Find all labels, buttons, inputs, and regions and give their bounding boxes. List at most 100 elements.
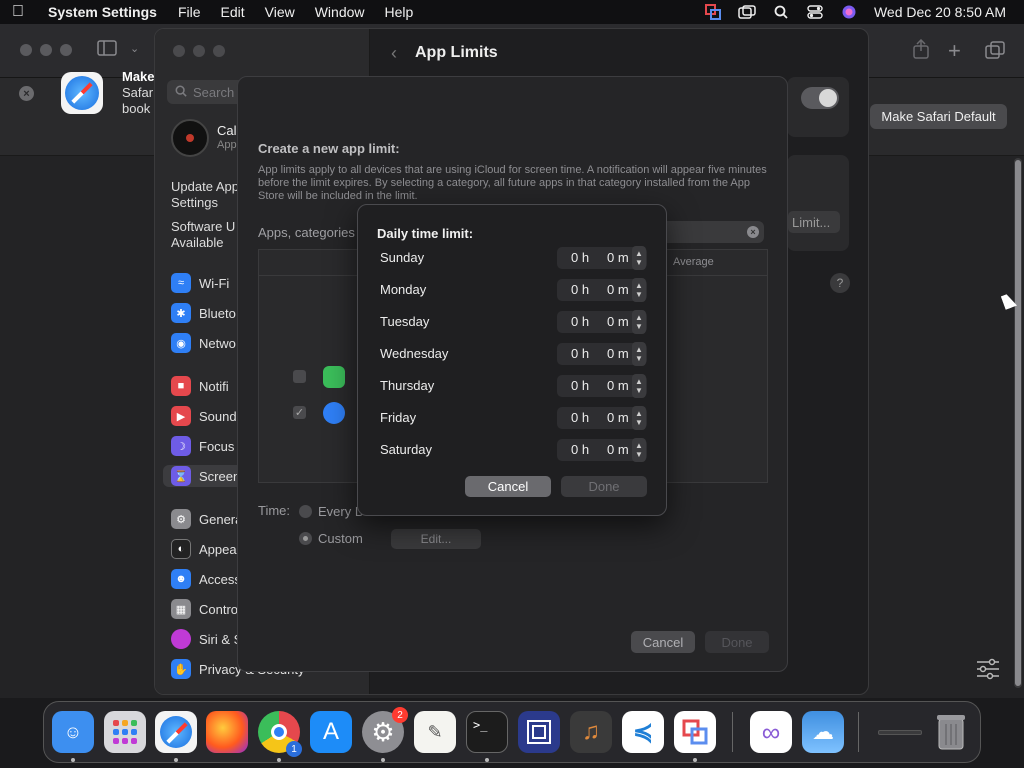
menu-file[interactable]: File <box>178 4 201 20</box>
running-indicator <box>277 758 281 762</box>
every-day-radio[interactable] <box>299 505 312 518</box>
trash-icon[interactable] <box>930 711 972 753</box>
sidebar-item-label: Siri & S <box>199 631 243 647</box>
chevron-down-icon[interactable]: ⌄ <box>130 42 139 55</box>
sidebar-item-label: Access <box>199 571 241 587</box>
make-safari-default-button[interactable]: Make Safari Default <box>870 104 1007 129</box>
edit-button[interactable]: Edit... <box>391 529 481 549</box>
firefox-icon[interactable] <box>206 711 248 753</box>
clear-search-icon[interactable]: × <box>747 226 759 238</box>
day-label: Tuesday <box>380 314 430 329</box>
siri-icon <box>171 629 191 649</box>
launchpad-icon[interactable] <box>104 711 146 753</box>
chevron-down-icon[interactable]: ▼ <box>635 450 643 459</box>
system-settings-icon[interactable]: ⚙ 2 <box>362 707 408 753</box>
time-stepper[interactable]: ▲ ▼ <box>632 342 646 366</box>
share-icon[interactable] <box>912 38 930 64</box>
dialog-done-button[interactable]: Done <box>561 476 647 497</box>
parallels-status-icon[interactable] <box>704 4 722 20</box>
window-switcher-icon[interactable] <box>738 4 756 20</box>
minutes-value[interactable]: 0 m <box>607 282 629 297</box>
time-stepper[interactable]: ▲ ▼ <box>632 310 646 334</box>
dialog-cancel-button[interactable]: Cancel <box>465 476 551 497</box>
back-chevron-icon[interactable]: ‹ <box>391 43 397 64</box>
downloads-stack-icon[interactable] <box>876 711 924 753</box>
hours-value[interactable]: 0 h <box>571 378 589 393</box>
minutes-value[interactable]: 0 m <box>607 346 629 361</box>
hours-value[interactable]: 0 h <box>571 442 589 457</box>
row-checkbox-checked[interactable]: ✓ <box>293 406 306 419</box>
chevron-down-icon[interactable]: ▼ <box>635 290 643 299</box>
chevron-down-icon[interactable]: ▼ <box>635 418 643 427</box>
minutes-value[interactable]: 0 m <box>607 378 629 393</box>
hours-value[interactable]: 0 h <box>571 410 589 425</box>
safari-icon[interactable] <box>155 711 197 753</box>
chevron-down-icon[interactable]: ▼ <box>635 354 643 363</box>
chevron-up-icon[interactable]: ▲ <box>635 281 643 290</box>
menu-window[interactable]: Window <box>315 4 365 20</box>
app-store-icon[interactable]: A <box>310 711 352 753</box>
safari-traffic-lights[interactable] <box>20 44 72 56</box>
hours-value[interactable]: 0 h <box>571 250 589 265</box>
chevron-up-icon[interactable]: ▲ <box>635 377 643 386</box>
sheet-cancel-button[interactable]: Cancel <box>631 631 695 653</box>
custom-radio[interactable] <box>299 532 312 545</box>
apple-icon[interactable]:  <box>12 3 30 21</box>
siri-icon[interactable] <box>840 4 858 20</box>
chevron-up-icon[interactable]: ▲ <box>635 441 643 450</box>
software-update-link[interactable]: Software U Available <box>171 219 235 251</box>
chevron-down-icon[interactable]: ▼ <box>635 322 643 331</box>
spotlight-search-icon[interactable] <box>772 4 790 20</box>
chevron-down-icon[interactable]: ▼ <box>635 386 643 395</box>
minutes-value[interactable]: 0 m <box>607 442 629 457</box>
weather-icon[interactable]: ☁ <box>802 711 844 753</box>
minutes-value[interactable]: 0 m <box>607 314 629 329</box>
settings-traffic-lights[interactable] <box>173 45 225 57</box>
accessibility-icon: ☻ <box>171 569 191 589</box>
vscode-icon[interactable]: ≼ <box>622 711 664 753</box>
help-button[interactable]: ? <box>830 273 850 293</box>
app-limits-toggle[interactable] <box>801 87 839 109</box>
menu-clock[interactable]: Wed Dec 20 8:50 AM <box>874 4 1006 20</box>
menu-edit[interactable]: Edit <box>221 4 245 20</box>
update-app-settings-link[interactable]: Update App Settings <box>171 179 239 211</box>
minutes-value[interactable]: 0 m <box>607 250 629 265</box>
chrome-icon[interactable]: 1 <box>258 711 302 757</box>
finder-icon[interactable]: ☺ <box>52 711 94 753</box>
time-stepper[interactable]: ▲ ▼ <box>632 374 646 398</box>
minutes-value[interactable]: 0 m <box>607 410 629 425</box>
add-limit-button[interactable]: Limit... <box>788 211 840 233</box>
hours-value[interactable]: 0 h <box>571 346 589 361</box>
menu-help[interactable]: Help <box>385 4 414 20</box>
time-stepper[interactable]: ▲ ▼ <box>632 246 646 270</box>
visual-studio-icon[interactable]: ∞ <box>750 711 792 753</box>
average-column-header[interactable]: Average <box>673 256 714 268</box>
sidebar-toggle-icon[interactable] <box>97 40 117 61</box>
chevron-up-icon[interactable]: ▲ <box>635 345 643 354</box>
hours-value[interactable]: 0 h <box>571 282 589 297</box>
banner-close-icon[interactable]: × <box>19 86 34 101</box>
parallels-icon[interactable] <box>674 711 716 753</box>
row-checkbox[interactable] <box>293 370 306 383</box>
sliders-icon[interactable] <box>975 657 1001 684</box>
update-text-line-2: Settings <box>171 195 218 210</box>
chevron-down-icon[interactable]: ▼ <box>635 258 643 267</box>
new-tab-icon[interactable]: + <box>948 38 961 64</box>
time-stepper[interactable]: ▲ ▼ <box>632 438 646 462</box>
menu-view[interactable]: View <box>265 4 295 20</box>
time-stepper[interactable]: ▲ ▼ <box>632 278 646 302</box>
chevron-up-icon[interactable]: ▲ <box>635 409 643 418</box>
textedit-icon[interactable]: ✎ <box>414 711 456 753</box>
time-stepper[interactable]: ▲ ▼ <box>632 406 646 430</box>
terminal-icon[interactable]: >_ <box>466 711 508 753</box>
instruments-icon[interactable]: ♫ <box>570 711 612 753</box>
tab-overview-icon[interactable] <box>985 41 1005 64</box>
scrollbar-thumb[interactable] <box>1015 160 1021 686</box>
chevron-up-icon[interactable]: ▲ <box>635 313 643 322</box>
sheet-done-button[interactable]: Done <box>705 631 769 653</box>
hours-value[interactable]: 0 h <box>571 314 589 329</box>
chevron-up-icon[interactable]: ▲ <box>635 249 643 258</box>
remote-desktop-icon[interactable] <box>518 711 560 753</box>
control-center-icon[interactable] <box>806 4 824 20</box>
menu-app-name[interactable]: System Settings <box>48 4 157 20</box>
